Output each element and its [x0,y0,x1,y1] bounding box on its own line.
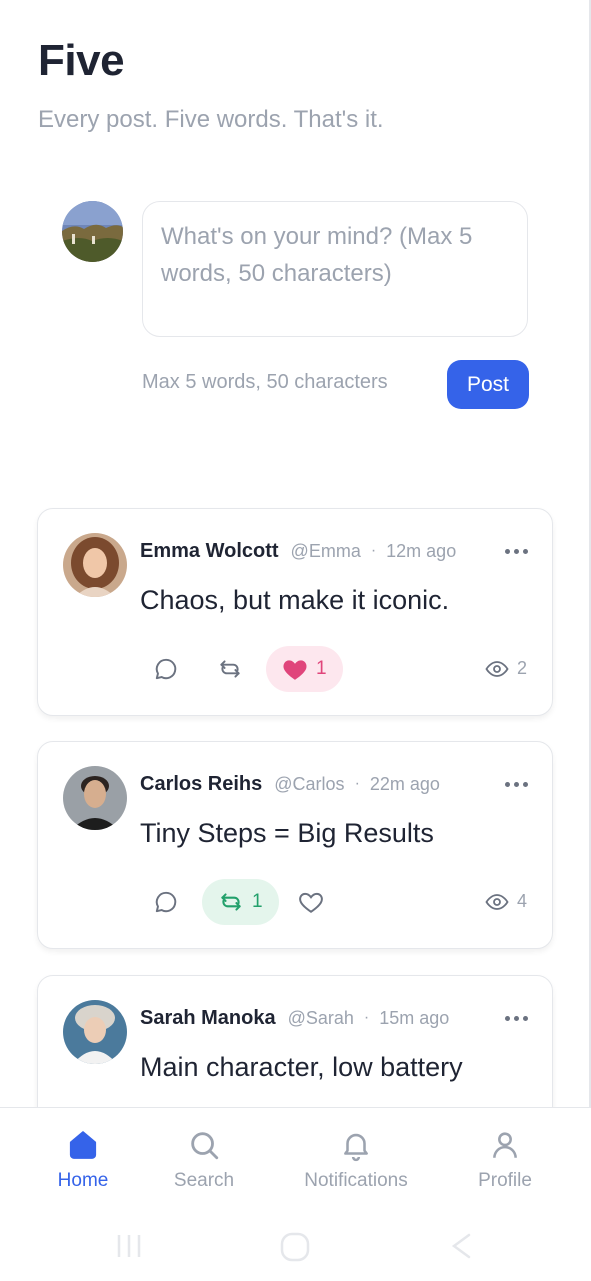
repost-icon [221,893,241,911]
post-button[interactable]: Post [447,360,529,409]
view-count-value: 2 [516,658,527,678]
author-handle[interactable]: @Carlos [274,774,344,795]
post-text: Tiny Steps = Big Results [140,818,434,848]
post-text: Chaos, but make it iconic. [140,585,450,615]
post-composer-input[interactable]: What's on your mind? (Max 5 words, 50 ch… [142,201,528,337]
heart-icon [283,660,307,680]
author-name[interactable]: Carlos Reihs [140,773,262,796]
heart-icon [299,892,323,913]
bell-icon [344,1133,368,1162]
repost-count: 1 [252,891,263,912]
eye-icon [485,660,509,677]
avatar[interactable] [63,766,127,830]
more-icon[interactable] [505,781,528,787]
author-handle[interactable]: @Sarah [288,1008,354,1029]
separator-dot: · [370,542,377,559]
comment-button[interactable] [150,879,182,925]
app-title: Five [38,36,125,85]
back-icon [451,1233,471,1259]
search-icon [191,1132,219,1160]
comment-icon [155,658,177,680]
repost-button[interactable]: 1 [202,879,279,925]
more-icon[interactable] [505,1015,528,1021]
nav-home-label: Home [57,1170,109,1191]
avatar[interactable] [63,533,127,597]
home-gesture-icon [280,1232,310,1262]
system-navigation-bar [117,1232,471,1262]
view-count-value: 4 [516,891,527,911]
avatar[interactable] [63,1000,127,1064]
author-name[interactable]: Emma Wolcott [140,540,279,563]
nav-profile-label: Profile [478,1170,532,1191]
home-icon [69,1131,97,1159]
author-handle[interactable]: @Emma [291,541,361,562]
post-timestamp: 22m ago [369,773,440,794]
eye-icon [485,893,509,910]
like-count: 1 [316,658,327,679]
comment-icon [155,891,177,913]
post-text: Main character, low battery [140,1052,463,1082]
separator-dot: · [354,775,360,792]
app-tagline: Every post. Five words. That's it. [38,106,384,133]
like-button[interactable] [295,879,327,925]
comment-button[interactable] [150,646,182,692]
view-count: 4 [485,891,527,912]
nav-search-label: Search [173,1170,235,1191]
nav-profile[interactable]: Profile [430,1128,580,1192]
nav-notifications-label: Notifications [304,1170,408,1191]
repost-icon [220,660,240,678]
composer-hint: Max 5 words, 50 characters [142,371,388,393]
recent-apps-icon [117,1235,141,1257]
nav-notifications[interactable]: Notifications [281,1128,431,1192]
user-icon [493,1132,517,1158]
author-name[interactable]: Sarah Manoka [140,1007,276,1030]
view-count: 2 [485,658,527,679]
post-timestamp: 15m ago [379,1007,450,1028]
composer-avatar[interactable] [62,201,123,262]
nav-search[interactable]: Search [129,1128,279,1192]
separator-dot: · [363,1009,370,1026]
post-card[interactable]: Carlos Reihs @Carlos · 22m ago Tiny Step… [37,741,553,949]
post-card[interactable]: Emma Wolcott @Emma · 12m ago Chaos, but … [37,508,553,716]
post-timestamp: 12m ago [386,540,457,561]
bottom-nav: Home Search Notifications Profile [0,1107,591,1281]
more-icon[interactable] [505,548,528,554]
like-button[interactable]: 1 [266,646,343,692]
repost-button[interactable] [214,646,246,692]
